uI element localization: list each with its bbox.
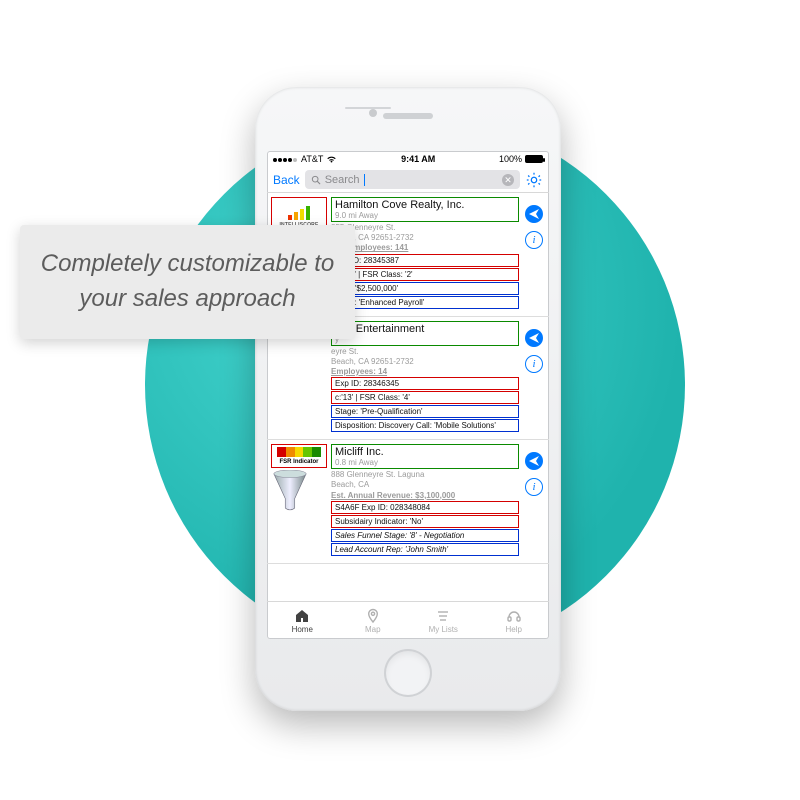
aspect-row: spect: 'Enhanced Payroll' bbox=[331, 296, 519, 309]
stage-row: Sales Funnel Stage: '8' - Negotiation bbox=[331, 529, 519, 542]
carrier-label: AT&T bbox=[301, 154, 323, 164]
stage-row: Stage: 'Pre-Qualification' bbox=[331, 405, 519, 418]
search-cursor bbox=[364, 174, 365, 186]
title-box: Micliff Inc. 0.8 mi Away bbox=[331, 444, 519, 469]
phone-camera-dot bbox=[369, 109, 377, 117]
tab-bar: Home Map My Lists Help bbox=[267, 601, 549, 639]
company-name: Hamilton Cove Realty, Inc. bbox=[335, 199, 515, 211]
employees: Employees: 14 bbox=[331, 367, 387, 376]
back-button[interactable]: Back bbox=[273, 173, 300, 187]
score-row: e: '54' | FSR Class: '2' bbox=[331, 268, 519, 281]
revenue: Est. Annual Revenue: $3,100,000 bbox=[331, 491, 455, 500]
tab-help[interactable]: Help bbox=[479, 602, 550, 639]
navigate-button[interactable] bbox=[525, 205, 543, 223]
overlay-text: Completely customizable to your sales ap… bbox=[40, 247, 335, 317]
exp-id-row: S4A6F Exp ID: 028348084 bbox=[331, 501, 519, 514]
title-box: ach Entertainment y bbox=[331, 321, 519, 346]
subsidiary-row: Subsidairy Indicator: 'No' bbox=[331, 515, 519, 528]
disposition-row: Disposition: Discovery Call: 'Mobile Sol… bbox=[331, 419, 519, 432]
exp-id-row: Exp ID: 28345387 bbox=[331, 254, 519, 267]
gear-icon[interactable] bbox=[525, 171, 543, 189]
clear-search-icon[interactable]: ✕ bbox=[502, 174, 514, 186]
tab-home[interactable]: Home bbox=[267, 602, 338, 639]
distance: 0.8 mi Away bbox=[335, 458, 515, 467]
company-name: ach Entertainment bbox=[335, 323, 515, 335]
address-line2: Beach, CA 92651-2732 bbox=[331, 357, 519, 366]
info-button[interactable]: i bbox=[525, 478, 543, 496]
info-button[interactable]: i bbox=[525, 355, 543, 373]
address-line2: Beach, CA 92651-2732 bbox=[331, 233, 519, 242]
distance: y bbox=[335, 335, 515, 344]
status-bar: AT&T 9:41 AM 100% bbox=[267, 151, 549, 167]
title-box: Hamilton Cove Realty, Inc. 9.0 mi Away bbox=[331, 197, 519, 222]
tab-label: Help bbox=[506, 625, 522, 634]
wifi-icon bbox=[326, 155, 337, 163]
info-button[interactable]: i bbox=[525, 231, 543, 249]
overlay-caption: Completely customizable to your sales ap… bbox=[20, 225, 355, 339]
battery-icon bbox=[525, 155, 543, 163]
home-button[interactable] bbox=[384, 649, 432, 697]
navigate-button[interactable] bbox=[525, 329, 543, 347]
rep-row: Lead Account Rep: 'John Smith' bbox=[331, 543, 519, 556]
search-input[interactable]: Search ✕ bbox=[305, 170, 520, 189]
result-card[interactable]: FSR Indicator Micliff Inc. 0.8 mi Away bbox=[267, 440, 549, 564]
company-name: Micliff Inc. bbox=[335, 446, 515, 458]
address-line1: 888 Glenneyre St. Laguna bbox=[331, 470, 519, 479]
search-icon bbox=[311, 175, 321, 185]
tab-label: My Lists bbox=[429, 625, 458, 634]
funnel-icon bbox=[271, 470, 309, 510]
tab-label: Home bbox=[292, 625, 313, 634]
score-row: c:'13' | FSR Class: '4' bbox=[331, 391, 519, 404]
fsr-thumb: FSR Indicator bbox=[271, 444, 327, 468]
phone-frame: AT&T 9:41 AM 100% Back Search ✕ bbox=[255, 87, 561, 711]
search-placeholder: Search bbox=[325, 174, 360, 186]
distance: 9.0 mi Away bbox=[335, 211, 515, 220]
navigate-button[interactable] bbox=[525, 452, 543, 470]
exp-id-row: Exp ID: 28346345 bbox=[331, 377, 519, 390]
tab-map[interactable]: Map bbox=[338, 602, 409, 639]
thumb-label: FSR Indicator bbox=[279, 459, 318, 465]
size-row: Size: '$2,500,000' bbox=[331, 282, 519, 295]
address-line2: Beach, CA bbox=[331, 480, 519, 489]
status-time: 9:41 AM bbox=[401, 154, 435, 164]
address-line1: eyre St. bbox=[331, 347, 519, 356]
address-line1: 855 Glenneyre St. bbox=[331, 223, 519, 232]
tab-lists[interactable]: My Lists bbox=[408, 602, 479, 639]
signal-dots bbox=[273, 154, 298, 164]
tab-label: Map bbox=[365, 625, 381, 634]
navbar: Back Search ✕ bbox=[267, 167, 549, 193]
battery-pct: 100% bbox=[499, 154, 522, 164]
